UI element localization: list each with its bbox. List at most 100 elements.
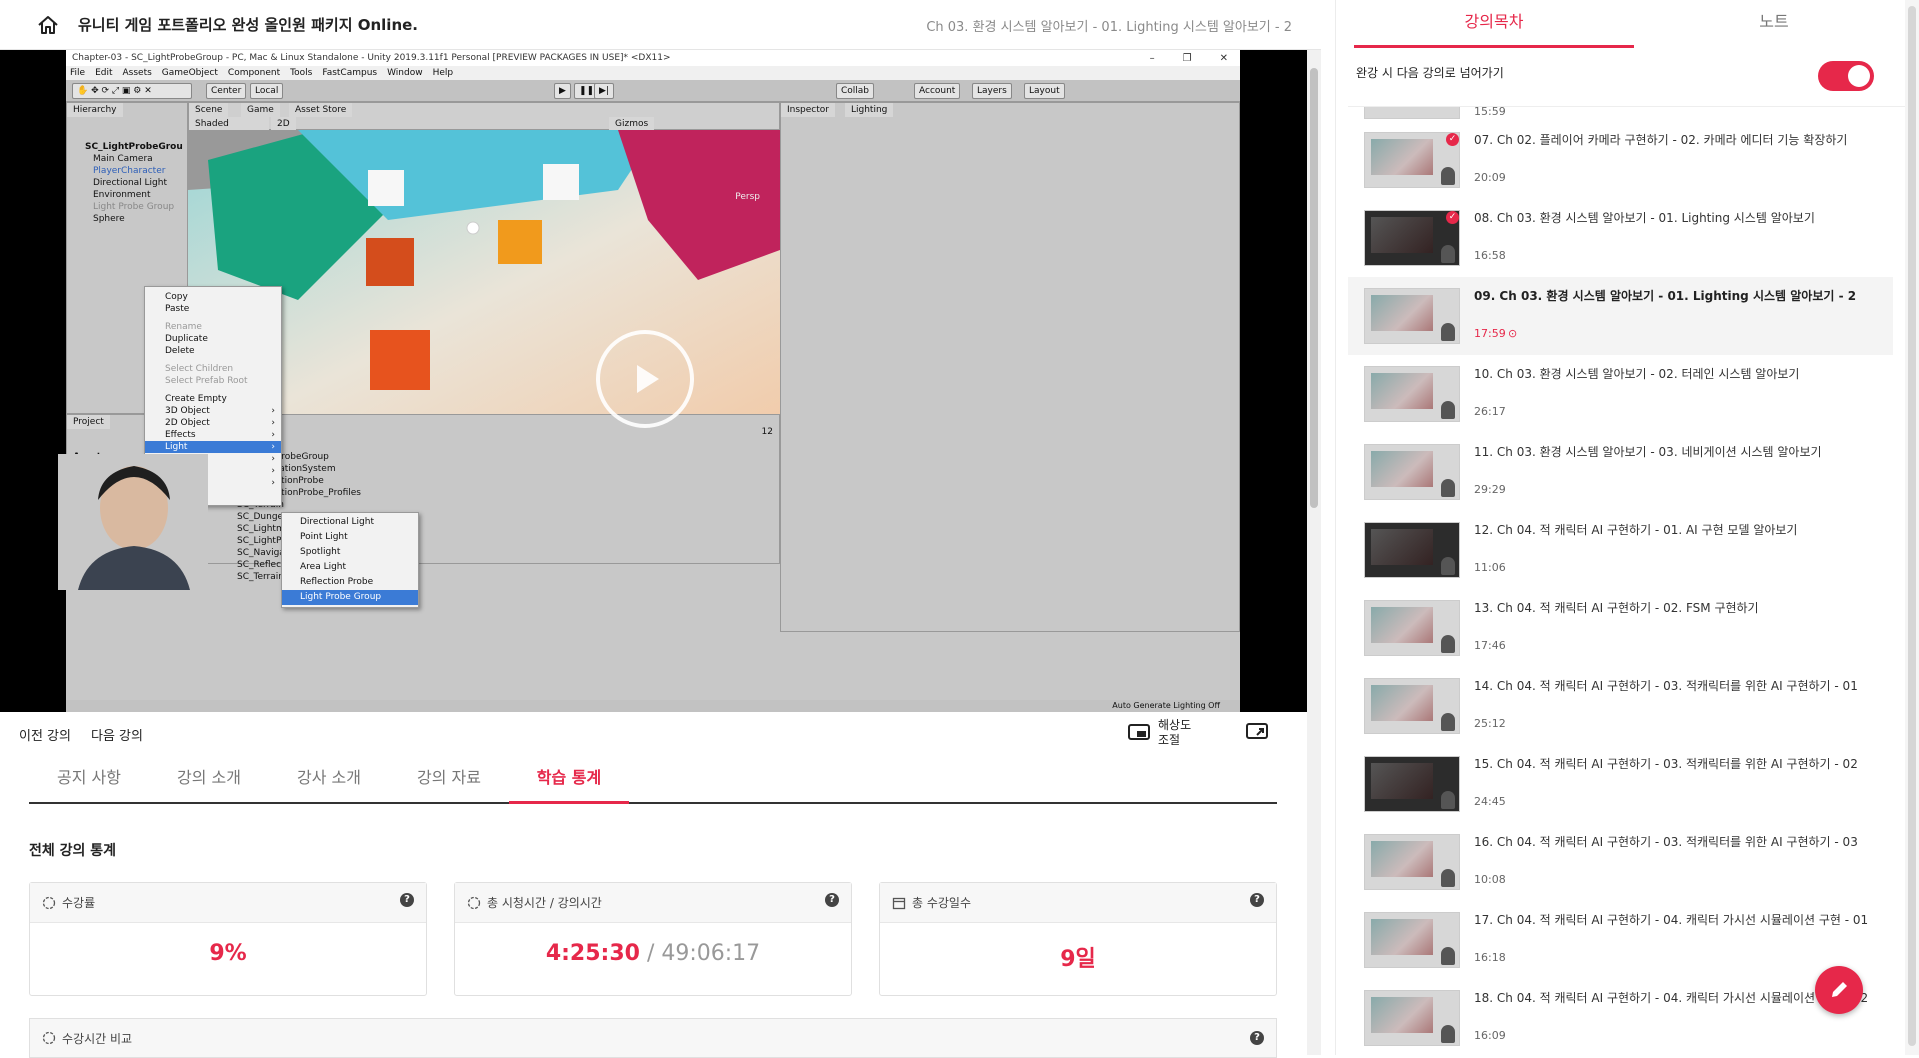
resolution-button[interactable]: 해상도 조절 [1128,718,1191,748]
lecture-item[interactable]: 15. Ch 04. 적 캐릭터 AI 구현하기 - 03. 적캐릭터를 위한 … [1348,745,1893,823]
context-menu-item: Delete [165,346,195,356]
tab-3[interactable]: 강사 소개 [269,754,389,802]
page-scrollbar[interactable] [1905,0,1919,1055]
lecture-item[interactable]: 09. Ch 03. 환경 시스템 알아보기 - 01. Lighting 시스… [1348,277,1893,355]
rate-value: 9% [209,941,247,966]
tab-2[interactable]: 강의 소개 [149,754,269,802]
context-menu-item: Light [145,441,281,453]
lecture-title: 10. Ch 03. 환경 시스템 알아보기 - 02. 터레인 시스템 알아보… [1474,367,1800,381]
playing-icon: ⊙ [1508,327,1518,340]
curriculum-sidebar: 강의목차 노트 완강 시 다음 강의로 넘어가기 15:59 ✓ 07. Ch 0… [1335,0,1919,1055]
hierarchy-item: Directional Light [93,178,167,188]
tab-5[interactable]: 학습 통계 [509,754,629,804]
lecture-thumbnail [1364,756,1460,812]
hierarchy-item: Sphere [93,214,125,224]
tab-4[interactable]: 강의 자료 [389,754,509,802]
center-toggle: Center [206,83,247,99]
top-bar: 유니티 게임 포트폴리오 완성 올인원 패키지 Online. Ch 03. 환… [0,0,1321,50]
prev-lecture-button[interactable]: 이전 강의 [19,725,71,744]
lecture-duration: 24:45 [1474,795,1506,808]
unity-light-submenu: Directional Light Point Light Spotlight Are… [281,512,419,608]
help-icon[interactable]: ? [400,893,414,907]
unity-menu-item: Edit [95,68,113,78]
write-note-button[interactable] [1815,966,1863,1014]
lecture-title: 13. Ch 04. 적 캐릭터 AI 구현하기 - 02. FSM 구현하기 [1474,601,1759,615]
hierarchy-item: Environment [93,190,151,200]
lecture-item[interactable]: 18. Ch 04. 적 캐릭터 AI 구현하기 - 04. 캐릭터 가시선 시… [1348,979,1893,1055]
unity-menu-item: FastCampus [322,68,378,78]
help-icon[interactable]: ? [825,893,839,907]
lecture-title: 16. Ch 04. 적 캐릭터 AI 구현하기 - 03. 적캐릭터를 위한 … [1474,835,1858,849]
lecture-item[interactable]: 13. Ch 04. 적 캐릭터 AI 구현하기 - 02. FSM 구현하기 1… [1348,589,1893,667]
lecture-title: 18. Ch 04. 적 캐릭터 AI 구현하기 - 04. 캐릭터 가시선 시… [1474,991,1869,1005]
stats-title: 전체 강의 통계 [29,843,117,859]
context-menu-item: Effects [145,429,281,441]
lecture-thumbnail [1364,366,1460,422]
help-icon[interactable]: ? [1250,893,1264,907]
course-title: 유니티 게임 포트폴리오 완성 올인원 패키지 Online. [78,16,418,34]
unity-menu-bar: File Edit Assets GameObject Component Tools Fa… [66,66,1240,80]
submenu-item: Reflection Probe [300,577,374,587]
context-menu-item: Copy [165,292,188,302]
lecture-item[interactable]: 12. Ch 04. 적 캐릭터 AI 구현하기 - 01. AI 구현 모델 … [1348,511,1893,589]
auto-next-toggle[interactable] [1818,61,1874,91]
popout-icon [1246,723,1268,739]
unity-toolbar: ✋ ✥ ⟳ ⤢ ▣ ⚙ ✕ Center Local ▶ ❚❚ ▶| Colla… [66,80,1240,102]
sidebar-tabs: 강의목차 노트 [1354,0,1914,48]
lecture-duration: 17:59 [1474,327,1506,340]
days-value: 9일 [1060,947,1096,972]
play-icon [637,365,659,393]
tab-1[interactable]: 공지 사항 [29,754,149,802]
context-menu-item: Select Prefab Root [165,376,248,386]
progress-icon [42,1031,56,1045]
stat-card-rate: 수강률 ? 9% [29,882,427,996]
lecture-duration: 15:59 [1474,106,1506,118]
tab-notes[interactable]: 노트 [1634,0,1914,48]
lecture-thumbnail [1364,912,1460,968]
lecture-item[interactable]: 16. Ch 04. 적 캐릭터 AI 구현하기 - 03. 적캐릭터를 위한 … [1348,823,1893,901]
lecture-title: 11. Ch 03. 환경 시스템 알아보기 - 03. 네비게이션 시스템 알… [1474,445,1822,459]
pencil-icon [1832,982,1847,997]
help-icon[interactable]: ? [1250,1031,1264,1045]
hierarchy-item: SC_LightProbeGrou [85,142,183,152]
tab-toc[interactable]: 강의목차 [1354,0,1634,48]
lecture-duration: 26:17 [1474,405,1506,418]
lecture-item[interactable]: ✓ 07. Ch 02. 플레이어 카메라 구현하기 - 02. 카메라 에디터 … [1348,121,1893,199]
lecture-duration: 20:09 [1474,171,1506,184]
lecture-duration: 25:12 [1474,717,1506,730]
lecture-item[interactable]: 14. Ch 04. 적 캐릭터 AI 구현하기 - 03. 적캐릭터를 위한 … [1348,667,1893,745]
lecture-item[interactable]: 17. Ch 04. 적 캐릭터 AI 구현하기 - 04. 캐릭터 가시선 시… [1348,901,1893,979]
resolution-icon [1128,724,1150,740]
lecture-thumbnail [1364,678,1460,734]
lecture-duration: 11:06 [1474,561,1506,574]
home-icon [38,15,58,34]
context-menu-item: Duplicate [165,334,208,344]
lecture-thumbnail [1364,600,1460,656]
hierarchy-item: PlayerCharacter [93,166,166,176]
lecture-thumbnail [1364,444,1460,500]
unity-menu-item: Tools [290,68,313,78]
next-lecture-button[interactable]: 다음 강의 [91,725,143,744]
hierarchy-item: Light Probe Group [93,202,175,212]
lecture-item[interactable]: ✓ 08. Ch 03. 환경 시스템 알아보기 - 01. Lighting 시… [1348,199,1893,277]
unity-menu-item: Window [387,68,423,78]
submenu-item: Directional Light [300,517,374,527]
lecture-title: 07. Ch 02. 플레이어 카메라 구현하기 - 02. 카메라 에디터 기… [1474,133,1848,147]
context-menu-item: Paste [165,304,190,314]
time-value: 4:25:30 / 49:06:17 [545,941,761,966]
lecture-title: 17. Ch 04. 적 캐릭터 AI 구현하기 - 04. 캐릭터 가시선 시… [1474,913,1869,927]
lecture-thumbnail [1364,990,1460,1046]
lecture-item[interactable]: 11. Ch 03. 환경 시스템 알아보기 - 03. 네비게이션 시스템 알… [1348,433,1893,511]
content-scrollbar[interactable] [1307,50,1321,1055]
video-player[interactable]: Chapter-03 - SC_LightProbeGroup - PC, Ma… [0,50,1307,712]
popout-button[interactable] [1246,723,1268,745]
lecture-duration: 16:58 [1474,249,1506,262]
home-button[interactable] [34,11,62,39]
lecture-title: 08. Ch 03. 환경 시스템 알아보기 - 01. Lighting 시스… [1474,211,1815,225]
progress-icon [42,896,56,909]
lecture-duration: 16:18 [1474,951,1506,964]
lecture-item[interactable]: 10. Ch 03. 환경 시스템 알아보기 - 02. 터레인 시스템 알아보… [1348,355,1893,433]
play-button[interactable] [596,330,694,428]
unity-inspector-panel: Inspector Lighting [780,102,1240,632]
unity-status-bar: Auto Generate Lighting Off [66,700,1240,712]
